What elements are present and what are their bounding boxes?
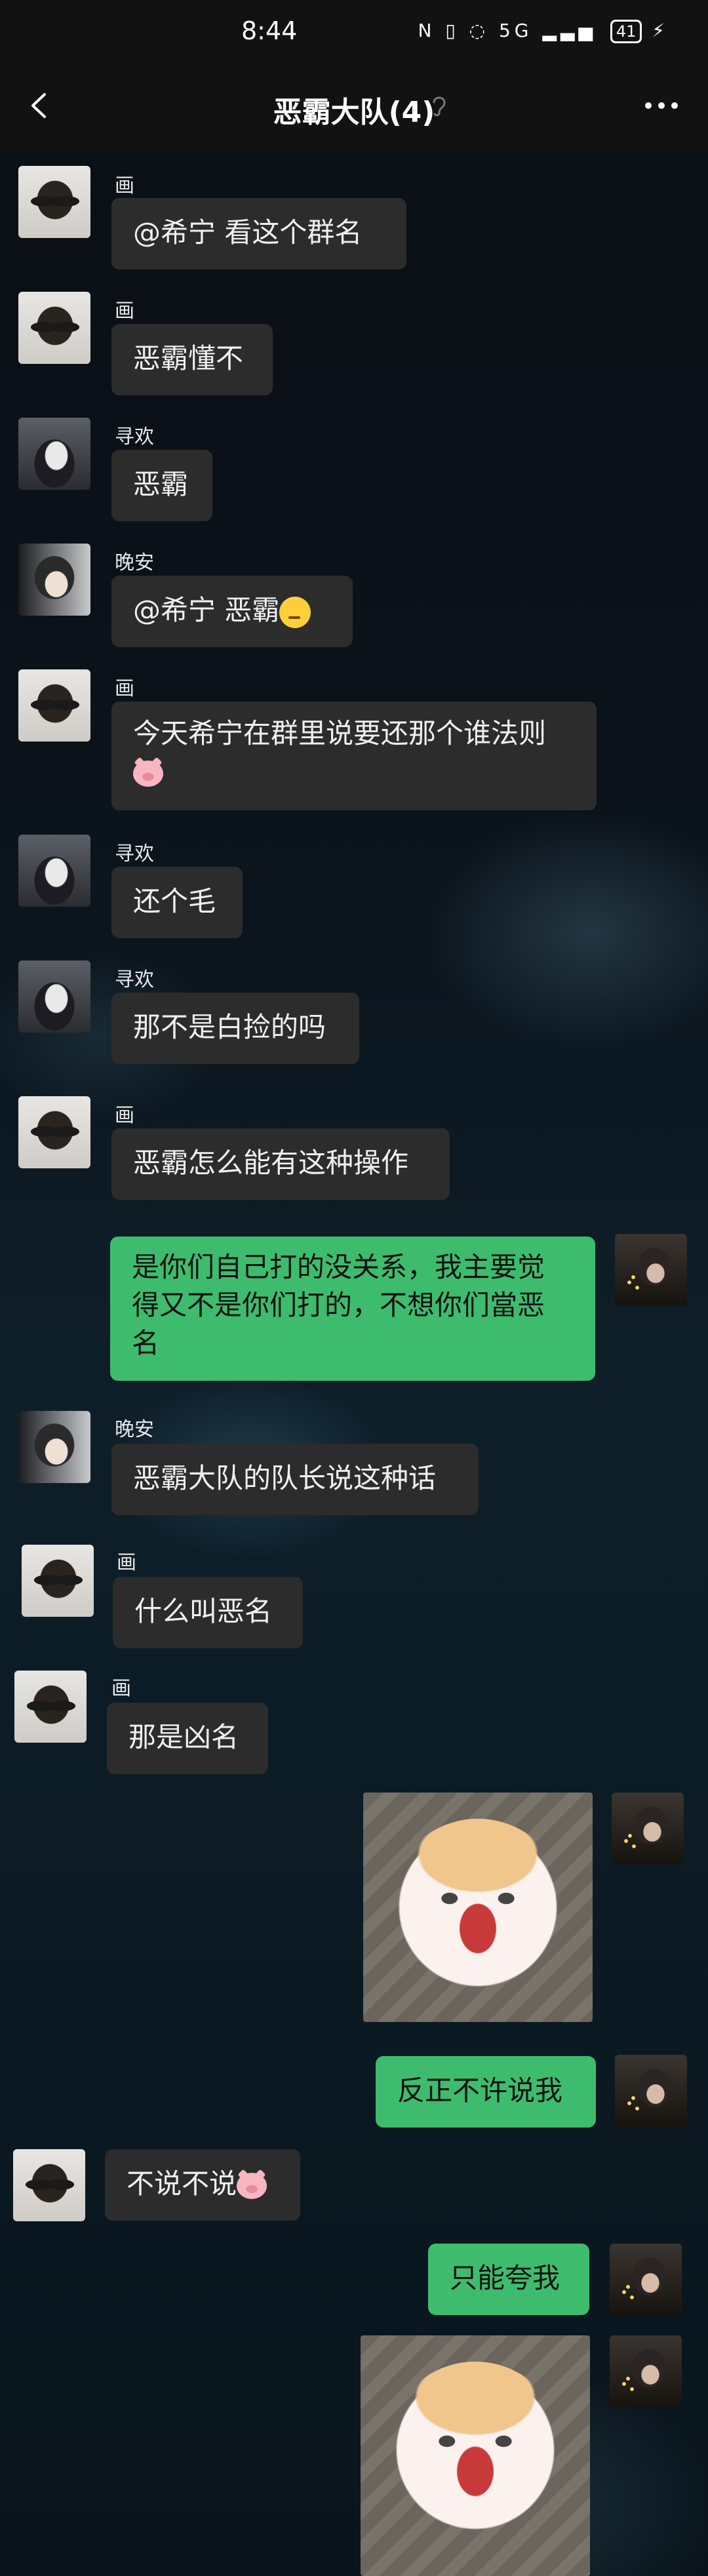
my-message-bubble[interactable]: 反正不许说我 — [376, 2056, 596, 2128]
message-bubble[interactable]: 那是凶名 — [107, 1703, 268, 1774]
message-bubble[interactable]: 今天希宁在群里说要还那个谁法则 — [111, 702, 597, 810]
pig-face-emoji-icon — [133, 760, 163, 787]
message-bubble[interactable]: 什么叫恶名 — [113, 1577, 303, 1648]
sender-name: 画 — [115, 677, 134, 700]
hamster-sticker[interactable] — [363, 1793, 593, 2022]
sender-name: 寻欢 — [115, 842, 154, 865]
avatar[interactable] — [18, 544, 90, 616]
status-time: 8:44 — [241, 16, 298, 45]
charging-icon: ⚡ — [652, 20, 669, 41]
chat-title: 恶霸大队(4) — [273, 96, 435, 129]
hamster-image — [387, 2362, 564, 2539]
message-bubble[interactable]: 不说不说 — [105, 2149, 300, 2221]
pig-face-emoji-icon — [237, 2172, 267, 2199]
sender-name: 晚安 — [115, 1418, 154, 1441]
status-icons: N ▯ ◌ 5G ▂▃▅ 41 ⚡ — [418, 20, 669, 43]
chat-header: 恶霸大队(4) — [0, 62, 708, 151]
message-bubble[interactable]: 那不是白捡的吗 — [111, 993, 359, 1064]
my-avatar[interactable] — [612, 1793, 684, 1865]
sender-name: 晚安 — [115, 551, 154, 574]
sender-name: 寻欢 — [115, 426, 154, 448]
sender-name: 寻欢 — [115, 968, 154, 991]
battery-icon: 41 — [610, 20, 642, 43]
avatar[interactable] — [22, 1545, 94, 1617]
hamster-image — [389, 1819, 566, 1996]
avatar[interactable] — [18, 1096, 90, 1168]
sender-name: 画 — [115, 300, 134, 323]
avatar[interactable] — [18, 669, 90, 742]
sender-name: 画 — [111, 1677, 131, 1700]
avatar[interactable] — [18, 835, 90, 907]
signal-icons: N ▯ ◌ 5G ▂▃▅ — [418, 20, 597, 41]
message-text: 今天希宁在群里说要还那个谁法则 — [133, 717, 547, 749]
my-message-bubble[interactable]: 只能夸我 — [428, 2244, 589, 2315]
avatar[interactable] — [18, 292, 90, 364]
message-bubble[interactable]: @希宁 恶霸 — [111, 576, 353, 647]
message-bubble[interactable]: 恶霸怎么能有这种操作 — [111, 1128, 450, 1200]
avatar[interactable] — [13, 2149, 85, 2221]
my-avatar[interactable] — [610, 2244, 682, 2316]
sender-name: 画 — [115, 1104, 134, 1127]
avatar[interactable] — [14, 1671, 87, 1743]
ear-icon — [433, 96, 446, 117]
sender-name: 画 — [115, 174, 134, 197]
hamster-sticker[interactable] — [361, 2335, 590, 2576]
message-bubble[interactable]: 恶霸大队的队长说这种话 — [111, 1444, 479, 1515]
avatar[interactable] — [18, 961, 90, 1033]
message-line: 名 — [132, 1327, 160, 1359]
message-bubble[interactable]: 还个毛 — [111, 867, 243, 938]
avatar[interactable] — [18, 1411, 90, 1483]
more-dots-icon[interactable] — [644, 100, 679, 111]
my-message-bubble[interactable]: 是你们自己打的没关系，我主要觉 得又不是你们打的，不想你们當恶 名 — [110, 1237, 595, 1381]
message-line: 是你们自己打的没关系，我主要觉 — [132, 1251, 545, 1283]
message-bubble[interactable]: 恶霸 — [111, 450, 212, 521]
avatar[interactable] — [18, 418, 90, 490]
my-avatar[interactable] — [610, 2335, 682, 2408]
message-line: 得又不是你们打的，不想你们當恶 — [132, 1289, 545, 1321]
message-text: 不说不说 — [127, 2168, 237, 2200]
message-text: @希宁 恶霸 — [133, 594, 280, 626]
status-bar: 8:44 N ▯ ◌ 5G ▂▃▅ 41 ⚡ — [0, 0, 708, 62]
message-bubble[interactable]: 恶霸懂不 — [111, 324, 273, 395]
sender-name: 画 — [117, 1551, 136, 1574]
message-bubble[interactable]: @希宁 看这个群名 — [111, 198, 406, 269]
my-avatar[interactable] — [615, 2055, 687, 2127]
my-avatar[interactable] — [615, 1234, 687, 1306]
avatar[interactable] — [18, 166, 90, 238]
thinking-face-emoji-icon — [279, 596, 311, 628]
